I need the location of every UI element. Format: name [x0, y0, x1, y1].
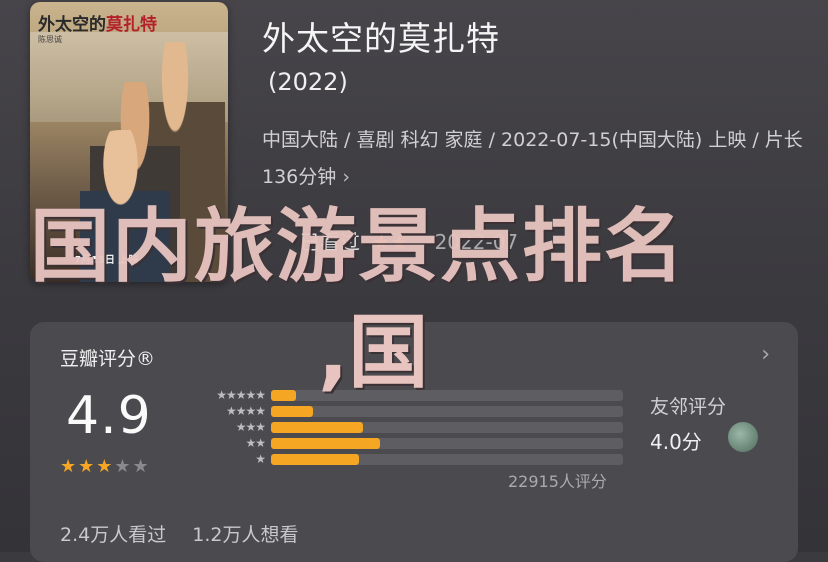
friend-rating-score: 4.0分: [650, 430, 702, 454]
friend-avatar[interactable]: [728, 422, 758, 452]
rating-count: 22915人评分: [508, 472, 607, 491]
overlay-text-line1: 国内旅游景点排名: [30, 200, 686, 293]
rating-card-title: 豆瓣评分®: [60, 348, 156, 370]
audience-stats: 2.4万人看过 1.2万人想看: [60, 520, 298, 547]
distribution-bar-track: [271, 421, 623, 433]
distribution-bar-fill: [271, 389, 296, 401]
distribution-row-3: ★★★: [185, 420, 623, 434]
distribution-stars: ★★★: [235, 420, 266, 434]
distribution-bar-fill: [271, 453, 359, 465]
distribution-row-1: ★: [185, 452, 623, 466]
distribution-bar-fill: [271, 421, 363, 433]
distribution-bar-fill: [271, 405, 314, 417]
rating-score: 4.9: [66, 386, 152, 446]
rating-score-stars: ★★★★★: [60, 456, 151, 477]
distribution-row-4: ★★★★: [185, 404, 623, 418]
distribution-bar-track: [271, 405, 623, 417]
movie-title: 外太空的莫扎特: [262, 19, 500, 58]
distribution-stars: ★★★★: [225, 404, 266, 418]
distribution-bar-fill: [271, 437, 381, 449]
friend-rating-title: 友邻评分: [650, 396, 727, 418]
movie-year: (2022): [268, 68, 348, 96]
distribution-stars: ★★★★★: [216, 388, 266, 402]
distribution-row-2: ★★: [185, 436, 623, 450]
poster-cast: 陈思诚: [38, 35, 62, 44]
poster-title-part1: 外太空的: [38, 15, 106, 35]
watched-count[interactable]: 2.4万人看过: [60, 524, 166, 546]
star-icon-empty: ★★: [114, 456, 151, 477]
distribution-bar-track: [271, 453, 623, 465]
distribution-stars: ★★: [245, 436, 266, 450]
star-half-icon: ★: [96, 456, 115, 477]
poster-title: 外太空的莫扎特: [38, 10, 157, 35]
poster-title-part2: 莫扎特: [106, 15, 157, 35]
distribution-stars: ★: [255, 452, 266, 466]
distribution-bar-track: [271, 437, 623, 449]
overlay-text-line2: ,国: [318, 306, 429, 399]
star-icon-filled: ★★: [60, 456, 97, 477]
wanted-count[interactable]: 1.2万人想看: [192, 524, 298, 546]
chevron-right-icon[interactable]: ›: [761, 342, 770, 367]
